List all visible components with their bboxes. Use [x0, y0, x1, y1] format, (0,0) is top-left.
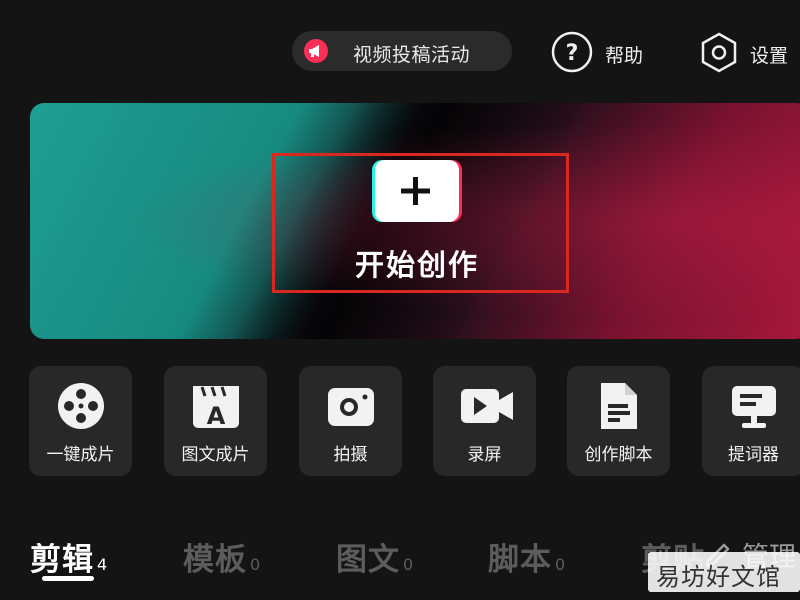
watermark: 易坊好文馆: [648, 552, 800, 592]
help-label: 帮助: [605, 45, 644, 67]
tool-teleprompter[interactable]: 提词器: [702, 366, 800, 476]
tab-label: 图文: [336, 542, 400, 578]
settings-button[interactable]: 设置: [697, 31, 800, 73]
hexagon-gear-icon: [701, 32, 737, 73]
highlight-annotation-box: [272, 153, 569, 293]
tool-label: 创作脚本: [584, 445, 653, 465]
svg-text:A: A: [207, 402, 226, 430]
tool-label: 录屏: [467, 445, 502, 465]
tab-scripts[interactable]: 脚本 0: [488, 534, 565, 579]
tab-count: 0: [403, 555, 414, 574]
teleprompter-icon: [732, 386, 776, 428]
tool-label: 提词器: [728, 445, 779, 465]
film-reel-icon: [58, 383, 104, 429]
tab-count: 4: [97, 555, 108, 574]
settings-label: 设置: [750, 45, 789, 67]
tool-one-click-video[interactable]: 一键成片: [29, 366, 132, 476]
tab-count: 0: [250, 555, 261, 574]
help-button[interactable]: ? 帮助: [550, 31, 660, 73]
tool-label: 一键成片: [46, 445, 115, 465]
megaphone-icon: [304, 39, 328, 63]
video-submission-event-button[interactable]: 视频投稿活动: [292, 31, 512, 71]
tab-label: 模板: [183, 542, 247, 578]
tab-templates[interactable]: 模板 0: [183, 534, 260, 579]
tool-shoot[interactable]: 拍摄: [299, 366, 402, 476]
tab-edit[interactable]: 剪辑 4: [30, 534, 107, 579]
camera-icon: [328, 388, 374, 426]
quick-tools-row: 一键成片 A 图文成片 拍摄 录屏 创作脚本 提词器: [0, 366, 800, 476]
video-submission-event-label: 视频投稿活动: [353, 44, 471, 66]
document-icon: [601, 383, 637, 429]
top-bar: 视频投稿活动 ? 帮助 设置: [0, 0, 800, 103]
tab-count: 0: [555, 555, 566, 574]
tab-image-text[interactable]: 图文 0: [336, 534, 413, 579]
tab-label: 脚本: [488, 542, 552, 578]
tool-label: 拍摄: [333, 445, 368, 465]
active-tab-indicator: [42, 576, 94, 581]
tool-screen-record[interactable]: 录屏: [433, 366, 536, 476]
tool-label: 图文成片: [181, 445, 250, 465]
svg-text:?: ?: [566, 41, 579, 66]
tab-label: 剪辑: [30, 542, 94, 578]
question-circle-icon: ?: [551, 31, 593, 73]
video-camera-icon: [461, 389, 513, 423]
clapper-a-icon: A: [193, 386, 239, 430]
tool-creative-script[interactable]: 创作脚本: [567, 366, 670, 476]
tool-image-text-video[interactable]: A 图文成片: [164, 366, 267, 476]
watermark-text: 易坊好文馆: [656, 563, 781, 591]
